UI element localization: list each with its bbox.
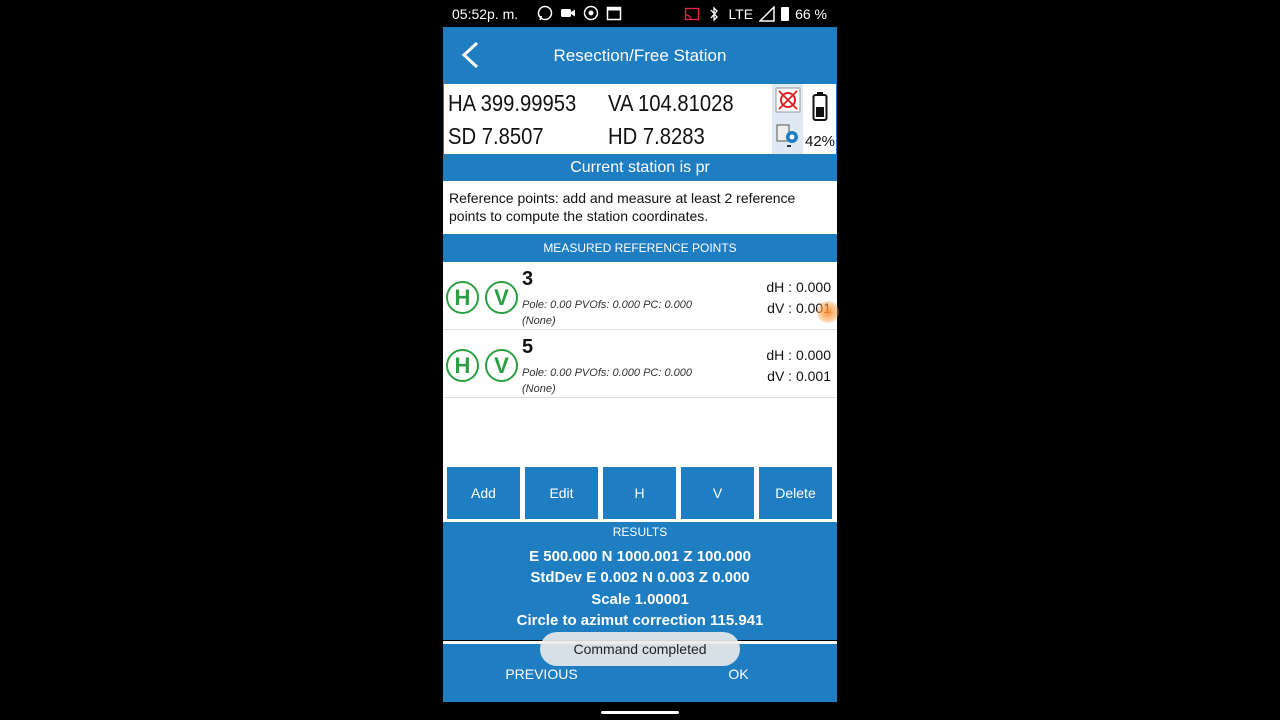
reference-points-list: H V 3 Pole: 0.00 PVOfs: 0.000 PC: 0.000 … (443, 262, 839, 466)
v-status-badge: V (485, 281, 518, 314)
v-button[interactable]: V (681, 467, 754, 519)
point-code: (None) (522, 383, 556, 395)
ok-button[interactable]: OK (640, 666, 837, 682)
calendar-icon (606, 6, 622, 21)
instrument-settings-icon[interactable] (775, 122, 801, 148)
point-dh: dH : 0.000 (766, 347, 831, 363)
h-status-badge: H (446, 281, 479, 314)
action-buttons: Add Edit H V Delete (443, 466, 837, 522)
list-item[interactable]: H V 5 Pole: 0.00 PVOfs: 0.000 PC: 0.000 … (443, 330, 837, 398)
results-header: RESULTS (612, 525, 668, 539)
video-icon (561, 9, 575, 17)
instruction-text: Reference points: add and measure at lea… (443, 181, 837, 234)
list-item[interactable]: H V 3 Pole: 0.00 PVOfs: 0.000 PC: 0.000 … (443, 262, 839, 330)
whatsapp-icon (537, 5, 553, 21)
result-coordinates: E 500.000 N 1000.001 Z 100.000 (529, 548, 751, 565)
status-bar: 05:52p. m. LTE 66 % (443, 0, 837, 27)
reference-points-header: MEASURED REFERENCE POINTS (443, 234, 837, 262)
ha-value: HA 399.99953 (448, 90, 577, 116)
point-dh: dH : 0.000 (766, 279, 831, 295)
h-button[interactable]: H (603, 467, 676, 519)
point-name: 3 (522, 268, 534, 290)
result-circle-correction: Circle to azimut correction 115.941 (516, 611, 764, 629)
sd-value: SD 7.8507 (448, 123, 544, 149)
add-button[interactable]: Add (447, 467, 520, 519)
edit-button[interactable]: Edit (525, 467, 598, 519)
page-title: Resection/Free Station (553, 46, 727, 65)
results-panel: RESULTS E 500.000 N 1000.001 Z 100.000 S… (443, 522, 837, 640)
notification-icons (537, 5, 622, 21)
point-code: (None) (522, 315, 556, 327)
delete-button[interactable]: Delete (759, 467, 832, 519)
point-name: 5 (522, 336, 534, 358)
prism-target-icon[interactable] (775, 87, 801, 113)
h-status-badge: H (446, 349, 479, 382)
va-value: VA 104.81028 (608, 90, 734, 116)
touch-indicator (817, 301, 839, 323)
signal-icon (759, 6, 775, 22)
point-detail: Pole: 0.00 PVOfs: 0.000 PC: 0.000 (522, 367, 692, 379)
chrome-icon (583, 5, 599, 21)
point-dv: dV : 0.001 (767, 368, 831, 384)
result-scale: Scale 1.00001 (591, 590, 689, 608)
v-status-badge: V (485, 349, 518, 382)
gesture-nav-handle[interactable] (601, 711, 679, 714)
status-time: 05:52p. m. (452, 6, 519, 22)
point-detail: Pole: 0.00 PVOfs: 0.000 PC: 0.000 (522, 299, 692, 311)
cast-icon (685, 7, 700, 21)
measurement-panel: HA 399.99953 VA 104.81028 SD 7.8507 HD 7… (443, 83, 837, 155)
previous-button[interactable]: PREVIOUS (443, 666, 640, 682)
toast-message: Command completed (540, 632, 740, 666)
station-banner: Current station is pr (443, 155, 837, 181)
instrument-battery-percent: 42% (805, 133, 836, 150)
status-right: LTE 66 % (684, 6, 827, 22)
hd-value: HD 7.8283 (608, 123, 705, 149)
phone-screen: 05:52p. m. LTE 66 % Resection/Free Stati… (443, 0, 839, 720)
instrument-battery-icon (812, 92, 828, 121)
app-bar: Resection/Free Station (443, 27, 837, 83)
battery-level: 66 % (795, 6, 827, 22)
bluetooth-icon (710, 6, 719, 22)
result-stddev: StdDev E 0.002 N 0.003 Z 0.000 (530, 569, 750, 587)
network-label: LTE (728, 6, 754, 22)
battery-icon (781, 7, 790, 21)
